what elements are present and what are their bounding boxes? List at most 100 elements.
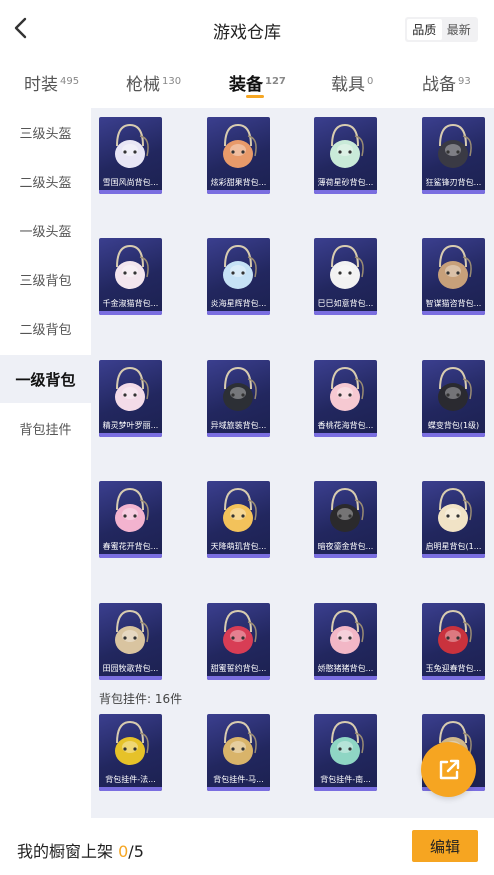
rarity-bar [207,787,270,791]
rarity-bar [207,433,270,437]
rarity-bar [422,190,485,194]
showcase-footer: 我的橱窗上架 0/5 编辑 [0,818,494,875]
cat-backpack-icon [107,243,154,293]
item-card[interactable]: 巳巳如意背包 [314,238,377,315]
item-card[interactable]: 异域旅装背包 [207,360,270,437]
item-name: 炎海星辉背包 [209,298,268,309]
pig-backpack-icon [322,608,369,658]
tab-guns[interactable]: 枪械 130 [126,70,181,95]
rarity-bar [207,676,270,680]
item-name: 春蜜花开背包 [101,541,160,552]
tab-label: 战备 [422,75,456,95]
rocking-horse-charm-icon [215,719,262,769]
rarity-bar [207,190,270,194]
item-name: 田园牧歌背包 [101,663,160,674]
rarity-bar [99,554,162,558]
item-card[interactable]: 雪国风尚背包 [99,117,162,194]
item-name: 智谋猫咨背包 [424,298,483,309]
shark-backpack-icon [430,122,477,172]
item-card[interactable]: 香桃花海背包 [314,360,377,437]
item-card[interactable]: 暗夜鎏金背包 [314,481,377,558]
rarity-bar [422,554,485,558]
fairy-backpack-icon [107,365,154,415]
item-card[interactable]: 背包挂件-法 [99,714,162,791]
edit-button[interactable]: 编辑 [412,830,478,862]
item-card[interactable]: 狂鲨锋刃背包 [422,117,485,194]
showcase-count-current: 0 [118,842,129,861]
rarity-bar [314,311,377,315]
fish-backpack-icon [215,243,262,293]
sidebar-item-level2-helmet[interactable]: 二级头盔 [0,157,91,205]
rarity-bar [207,311,270,315]
item-name: 狂鲨锋刃背包 [424,177,483,188]
rarity-bar [314,554,377,558]
flower-backpack-icon [107,486,154,536]
sidebar-item-level3-helmet[interactable]: 三级头盔 [0,108,91,156]
wand-charm-icon [322,719,369,769]
yellow-backpack-icon [215,486,262,536]
rarity-bar [99,433,162,437]
black-butterfly-backpack-icon [430,365,477,415]
share-button[interactable] [421,742,476,797]
item-card[interactable]: 背包挂件-马 [207,714,270,791]
rarity-bar [99,676,162,680]
rarity-bar [422,433,485,437]
tab-count: 495 [60,76,80,87]
item-card[interactable]: 娇憨猪猪背包 [314,603,377,680]
item-card[interactable]: 天降萌玑背包 [207,481,270,558]
tab-count: 130 [162,76,182,87]
item-card[interactable]: 精灵梦叶罗丽 [99,360,162,437]
sort-toggle: 品质 最新 [405,17,478,42]
sidebar-item-backpack-pendant[interactable]: 背包挂件 [0,404,91,452]
item-name: 娇憨猪猪背包 [316,663,375,674]
basket-backpack-icon [107,608,154,658]
item-name: 玉兔迎春背包 [424,663,483,674]
tab-equipment[interactable]: 装备 127 [229,70,286,95]
sort-option-newest[interactable]: 最新 [442,19,477,40]
tab-supplies[interactable]: 战备 93 [422,70,471,95]
rarity-bar [314,190,377,194]
tab-count: 127 [265,76,286,87]
mint-backpack-icon [322,122,369,172]
item-card[interactable]: 田园牧歌背包 [99,603,162,680]
sort-option-quality[interactable]: 品质 [407,19,442,40]
rarity-bar [314,676,377,680]
item-card[interactable]: 蝶变背包(1级) [422,360,485,437]
item-name: 背包挂件-法 [101,774,160,785]
rarity-bar [422,311,485,315]
black-gold-backpack-icon [322,486,369,536]
rarity-bar [99,311,162,315]
item-name: 背包挂件-南 [316,774,375,785]
sidebar-item-level1-helmet[interactable]: 一级头盔 [0,206,91,254]
horse-shield-charm-icon [107,719,154,769]
item-card[interactable]: 春蜜花开背包 [99,481,162,558]
item-name: 炫彩甜果背包 [209,177,268,188]
item-card[interactable]: 背包挂件-南 [314,714,377,791]
item-card[interactable]: 炫彩甜果背包 [207,117,270,194]
item-card[interactable]: 玉兔迎春背包 [422,603,485,680]
tab-vehicles[interactable]: 载具 0 [331,70,373,95]
item-card[interactable]: 启明星背包(1 [422,481,485,558]
tab-label: 枪械 [126,75,160,95]
black-case-backpack-icon [215,365,262,415]
item-name: 千金淑猫背包 [101,298,160,309]
rarity-bar [207,554,270,558]
item-name: 蝶变背包(1级) [427,421,480,430]
item-card[interactable]: 薄荷星砂背包 [314,117,377,194]
sidebar-item-level1-backpack[interactable]: 一级背包 [0,355,91,403]
item-card[interactable]: 千金淑猫背包 [99,238,162,315]
item-card[interactable]: 炎海星辉背包 [207,238,270,315]
rarity-bar [314,787,377,791]
white-bunny-backpack-icon [107,122,154,172]
tab-label: 载具 [331,75,365,95]
item-name: 精灵梦叶罗丽 [101,420,160,431]
item-name: 薄荷星砂背包 [316,177,375,188]
item-name: 启明星背包(1 [424,541,483,552]
item-card[interactable]: 智谋猫咨背包 [422,238,485,315]
tab-fashion[interactable]: 时装 495 [24,70,79,95]
sidebar-item-level2-backpack[interactable]: 二级背包 [0,304,91,352]
item-card[interactable]: 甜蜜誓约背包 [207,603,270,680]
showcase-count-total: 5 [133,842,144,861]
sidebar-item-level3-backpack[interactable]: 三级背包 [0,255,91,303]
active-tab-indicator [246,95,264,98]
